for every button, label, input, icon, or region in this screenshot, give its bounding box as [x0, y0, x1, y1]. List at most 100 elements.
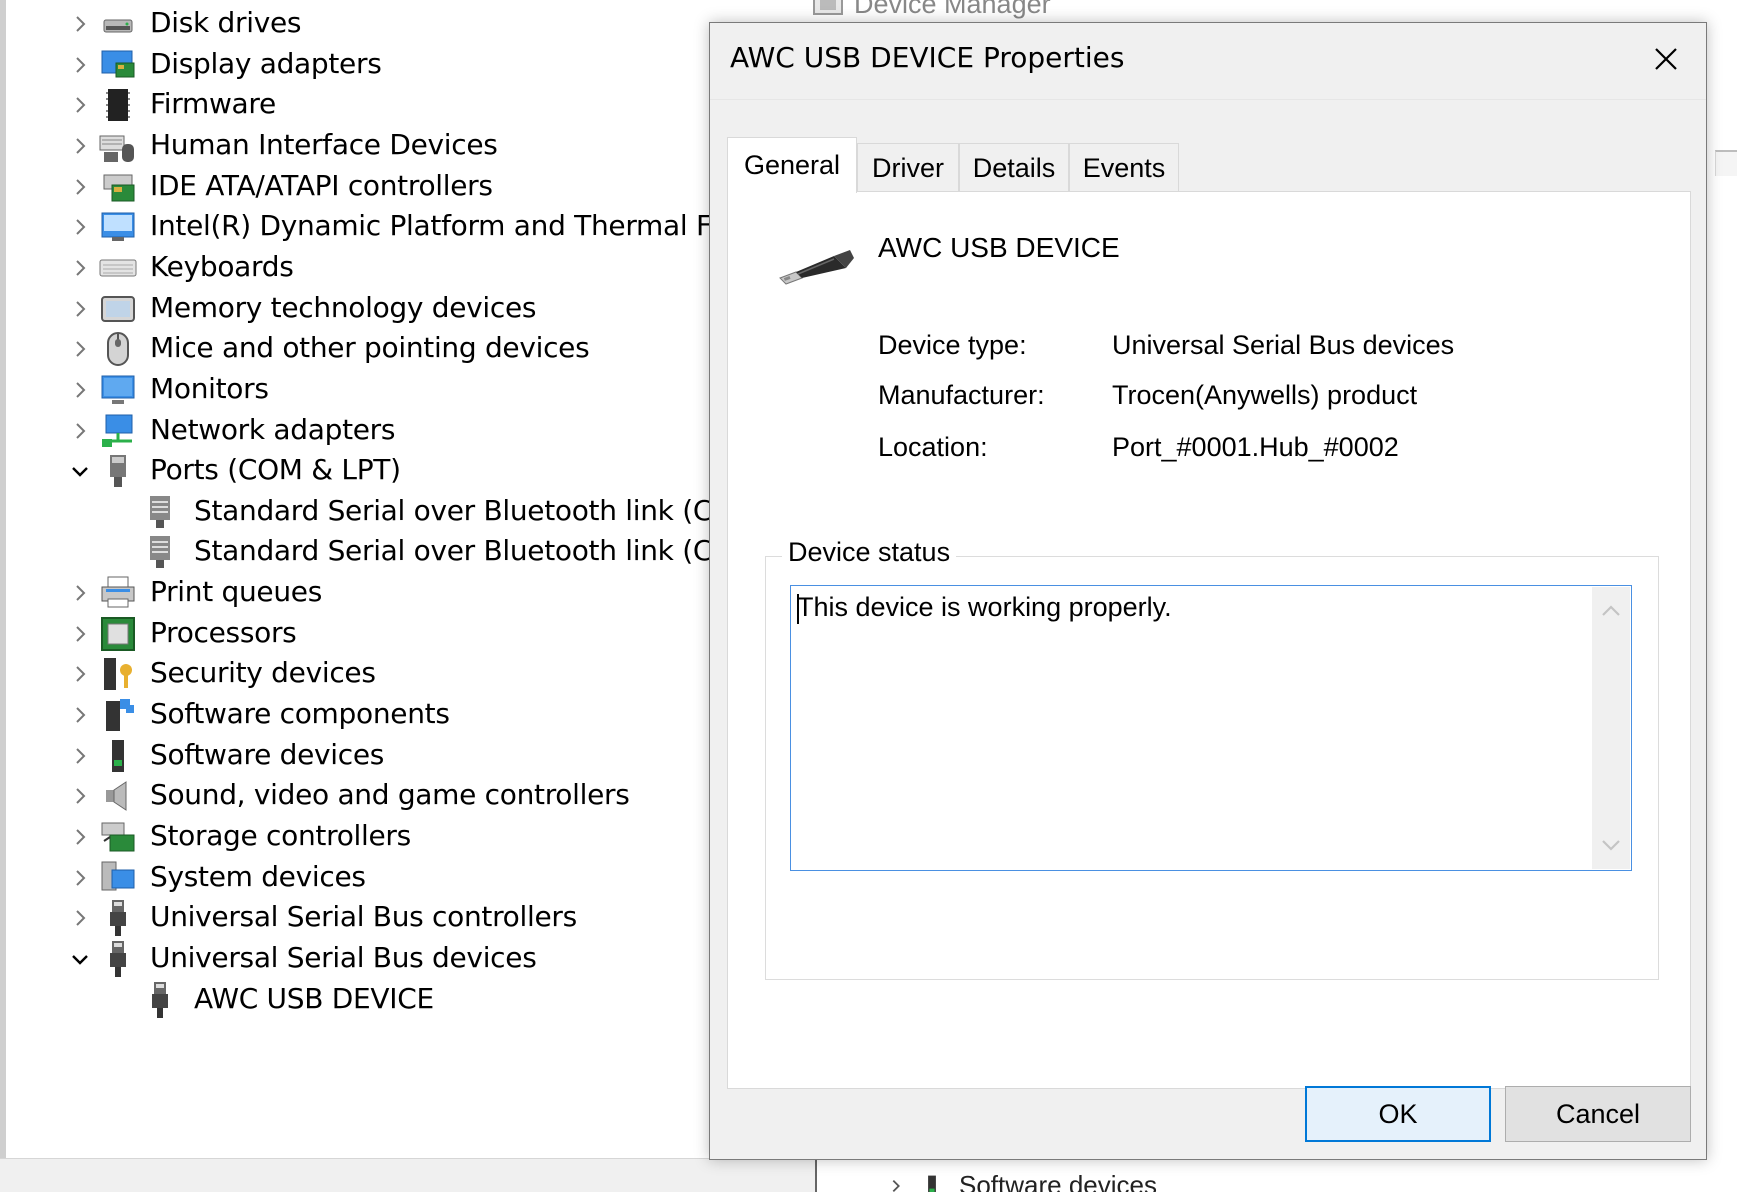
tree-node-label: Print queues	[150, 575, 323, 608]
tree-node[interactable]: Keyboards	[0, 246, 715, 291]
tree-node-label: Sound, video and game controllers	[150, 778, 630, 811]
scroll-up-button[interactable]	[1592, 591, 1630, 631]
chevron-down-icon[interactable]	[1600, 838, 1622, 852]
scroll-down-button[interactable]	[1592, 825, 1630, 865]
serial-port-icon	[140, 532, 180, 572]
tree-node[interactable]: Print queues	[0, 571, 715, 616]
tree-node[interactable]: Sound, video and game controllers	[0, 774, 715, 819]
tree-node-label: Storage controllers	[150, 819, 411, 852]
chevron-right-icon[interactable]	[68, 215, 92, 239]
chevron-right-icon[interactable]	[68, 337, 92, 361]
tree-node[interactable]: Software devices	[0, 734, 715, 779]
chevron-right-icon[interactable]	[68, 93, 92, 117]
cancel-button[interactable]: Cancel	[1505, 1086, 1691, 1142]
tree-node[interactable]: Processors	[0, 612, 715, 657]
tree-node[interactable]: Software components	[0, 693, 715, 738]
chevron-right-icon[interactable]	[68, 906, 92, 930]
tree-node-label: Monitors	[150, 372, 269, 405]
tab-events[interactable]: Events	[1069, 143, 1179, 193]
tree-node[interactable]: Universal Serial Bus controllers	[0, 896, 715, 941]
location-value: Port_#0001.Hub_#0002	[1112, 432, 1399, 462]
title-divider	[710, 99, 1706, 100]
background-window-edge	[1715, 150, 1737, 176]
ide-controller-icon	[98, 167, 138, 207]
chevron-right-icon[interactable]	[68, 297, 92, 321]
chevron-right-icon[interactable]	[68, 784, 92, 808]
tree-node[interactable]: Firmware	[0, 83, 715, 128]
tree-node[interactable]: Intel(R) Dynamic Platform and Thermal Fr…	[0, 205, 715, 250]
tree-node[interactable]: Human Interface Devices	[0, 124, 715, 169]
tree-node-label: Human Interface Devices	[150, 128, 498, 161]
firmware-icon	[98, 85, 138, 125]
device-status-text: This device is working properly.	[797, 592, 1172, 622]
tree-node-label: Network adapters	[150, 413, 396, 446]
tree-node[interactable]: Mice and other pointing devices	[0, 327, 715, 372]
chevron-right-icon[interactable]	[68, 703, 92, 727]
tree-node[interactable]: System devices	[0, 856, 715, 901]
chevron-up-icon[interactable]	[1600, 604, 1622, 618]
tree-node-software-devices[interactable]: Software devices	[887, 1170, 1157, 1192]
tree-node[interactable]: Security devices	[0, 652, 715, 697]
tree-node[interactable]: Memory technology devices	[0, 287, 715, 332]
tree-node-label: Intel(R) Dynamic Platform and Thermal Fr…	[150, 209, 715, 242]
tree-node[interactable]: Standard Serial over Bluetooth link (COM	[0, 530, 715, 575]
hid-icon	[98, 126, 138, 166]
chevron-right-icon[interactable]	[68, 581, 92, 605]
tree-node[interactable]: Storage controllers	[0, 815, 715, 860]
port-icon	[98, 451, 138, 491]
chevron-right-icon[interactable]	[68, 744, 92, 768]
chevron-right-icon[interactable]	[68, 866, 92, 890]
close-button[interactable]	[1634, 31, 1698, 87]
software-device-icon	[98, 736, 138, 776]
tree-node[interactable]: IDE ATA/ATAPI controllers	[0, 165, 715, 210]
chevron-right-icon[interactable]	[68, 622, 92, 646]
general-tab-panel: AWC USB DEVICE Device type: Universal Se…	[727, 191, 1691, 1089]
sound-icon	[98, 776, 138, 816]
usb-device-icon	[98, 939, 138, 979]
tree-node-label: Ports (COM & LPT)	[150, 453, 401, 486]
tree-node-label: Software devices	[959, 1170, 1157, 1192]
tree-node[interactable]: Monitors	[0, 368, 715, 413]
chevron-right-icon[interactable]	[68, 134, 92, 158]
tree-node[interactable]: AWC USB DEVICE	[0, 978, 715, 1023]
vertical-scrollbar[interactable]	[1592, 587, 1630, 869]
tree-node[interactable]: Display adapters	[0, 43, 715, 88]
chevron-right-icon[interactable]	[68, 256, 92, 280]
tree-node[interactable]: Universal Serial Bus devices	[0, 937, 715, 982]
usb-device-icon	[779, 250, 854, 285]
chevron-down-icon[interactable]	[68, 947, 92, 971]
chevron-right-icon[interactable]	[68, 662, 92, 686]
chevron-down-icon[interactable]	[68, 459, 92, 483]
manufacturer-label: Manufacturer:	[878, 380, 1045, 410]
chevron-right-icon[interactable]	[68, 419, 92, 443]
text-caret	[797, 594, 799, 624]
background-window-title-text: Device Manager	[854, 0, 1051, 19]
device-name: AWC USB DEVICE	[878, 232, 1120, 263]
chevron-right-icon[interactable]	[68, 12, 92, 36]
tree-node[interactable]: Standard Serial over Bluetooth link (COM	[0, 490, 715, 535]
chevron-right-icon[interactable]	[887, 1177, 905, 1192]
chevron-right-icon[interactable]	[68, 53, 92, 77]
tree-node-label: Mice and other pointing devices	[150, 331, 590, 364]
tree-node-label: Memory technology devices	[150, 291, 537, 324]
system-device-icon	[98, 858, 138, 898]
monitor-icon	[98, 370, 138, 410]
chevron-right-icon[interactable]	[68, 175, 92, 199]
tree-node-label: Universal Serial Bus controllers	[150, 900, 577, 933]
software-component-icon	[98, 695, 138, 735]
tree-node[interactable]: Disk drives	[0, 2, 715, 47]
usb-controller-icon	[98, 898, 138, 938]
chevron-right-icon[interactable]	[68, 825, 92, 849]
ok-button[interactable]: OK	[1305, 1086, 1491, 1142]
tree-node[interactable]: Network adapters	[0, 409, 715, 454]
dialog-title: AWC USB DEVICE Properties	[730, 41, 1125, 74]
tree-node[interactable]: Ports (COM & LPT)	[0, 449, 715, 494]
close-icon[interactable]	[1653, 46, 1679, 72]
chevron-right-icon[interactable]	[68, 378, 92, 402]
tab-general[interactable]: General	[727, 137, 857, 193]
tab-details[interactable]: Details	[959, 143, 1069, 193]
tab-driver[interactable]: Driver	[857, 143, 959, 193]
tree-node-label: Standard Serial over Bluetooth link (COM	[194, 494, 715, 527]
device-status-textbox[interactable]: This device is working properly.	[790, 585, 1632, 871]
disk-drive-icon	[98, 4, 138, 44]
